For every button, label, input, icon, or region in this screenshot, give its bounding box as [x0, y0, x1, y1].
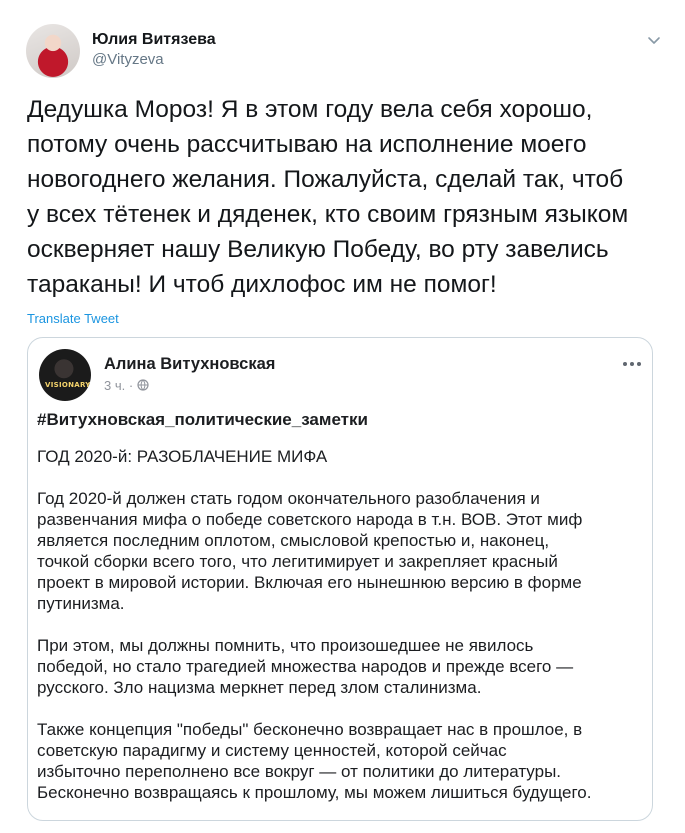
quoted-avatar[interactable]: VISIONARY: [39, 349, 91, 401]
hashtag-link[interactable]: #Витухновская_политические_заметки: [37, 409, 643, 430]
avatar-logo-text: VISIONARY: [45, 381, 91, 389]
post-paragraph: Год 2020-й должен стать годом окончатель…: [37, 489, 583, 613]
author-handle[interactable]: @Vityzeva: [92, 50, 216, 70]
quoted-post-body: #Витухновская_политические_заметки ГОД 2…: [37, 409, 643, 803]
quoted-post[interactable]: VISIONARY Алина Витухновская 3 ч. · #Вит…: [27, 337, 653, 821]
author-block[interactable]: Юлия Витязева @Vityzeva: [92, 30, 216, 70]
quoted-post-time[interactable]: 3 ч. ·: [104, 378, 137, 393]
tweet-text: Дедушка Мороз! Я в этом году вела себя х…: [27, 96, 629, 298]
avatar[interactable]: [26, 24, 80, 78]
quoted-post-meta: 3 ч. ·: [104, 378, 149, 393]
post-paragraph: При этом, мы должны помнить, что произош…: [37, 636, 574, 697]
post-paragraph: Также концепция "победы" бесконечно возв…: [37, 720, 592, 802]
quoted-author-name[interactable]: Алина Витухновская: [104, 355, 275, 374]
globe-icon: [137, 379, 149, 391]
author-name[interactable]: Юлия Витязева: [92, 30, 216, 50]
more-horizontal-icon[interactable]: [622, 360, 642, 368]
tweet-header: Юлия Витязева @Vityzeva: [22, 20, 662, 80]
translate-tweet-link[interactable]: Translate Tweet: [27, 311, 119, 326]
post-heading: ГОД 2020-й: РАЗОБЛАЧЕНИЕ МИФА: [37, 447, 328, 466]
tweet: Юлия Витязева @Vityzeva Дедушка Мороз! Я…: [0, 0, 685, 833]
chevron-down-icon[interactable]: [646, 32, 662, 48]
